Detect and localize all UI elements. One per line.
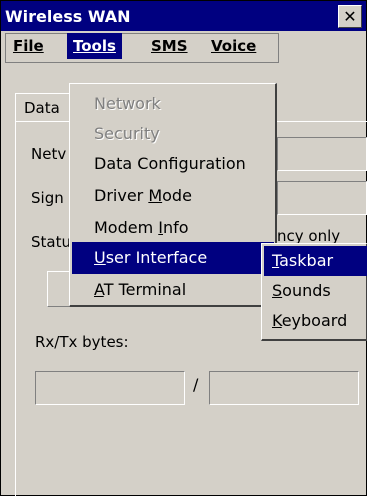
signal-field [277,181,367,215]
tab-data[interactable]: Data [15,93,71,121]
wireless-wan-window: Wireless WAN ✕ File Tools SMS Voice Data… [0,0,367,496]
signal-label: Sign [31,189,64,207]
title-bar: Wireless WAN ✕ [1,1,366,31]
menu-item-modem-info[interactable]: Modem Info [72,212,274,244]
user-interface-submenu: Taskbar Sounds Keyboard [261,243,367,341]
menu-file[interactable]: File [7,33,50,59]
menu-tools[interactable]: Tools [67,33,122,59]
menu-file-label: File [13,37,44,55]
menu-tools-label: Tools [73,37,116,55]
menu-item-at-terminal[interactable]: AT Terminal [72,274,274,306]
menu-item-security: Security [94,124,160,143]
menu-sms-label: SMS [151,37,188,55]
tx-bytes-field [209,371,359,405]
window-title: Wireless WAN [5,7,131,26]
menu-item-user-interface[interactable]: User Interface [72,242,274,274]
rx-bytes-field [35,371,185,405]
close-icon[interactable]: ✕ [338,5,362,28]
submenu-item-sounds[interactable]: Sounds [264,276,367,306]
menu-voice[interactable]: Voice [205,33,262,59]
menu-item-driver-mode[interactable]: Driver Mode [72,180,274,212]
submenu-item-taskbar[interactable]: Taskbar [264,246,367,276]
menu-item-network: Network [94,94,161,113]
network-label: Netv [31,145,67,163]
rxtx-label: Rx/Tx bytes: [35,333,129,351]
tools-dropdown-menu: Network Security Data Configuration Driv… [69,83,277,307]
status-label: Statu [31,233,71,251]
menu-voice-label: Voice [211,37,257,55]
rxtx-separator: / [193,375,199,394]
menu-item-data-configuration[interactable]: Data Configuration [72,148,274,180]
submenu-item-keyboard[interactable]: Keyboard [264,306,367,336]
menu-sms[interactable]: SMS [145,33,194,59]
network-field [277,137,367,171]
